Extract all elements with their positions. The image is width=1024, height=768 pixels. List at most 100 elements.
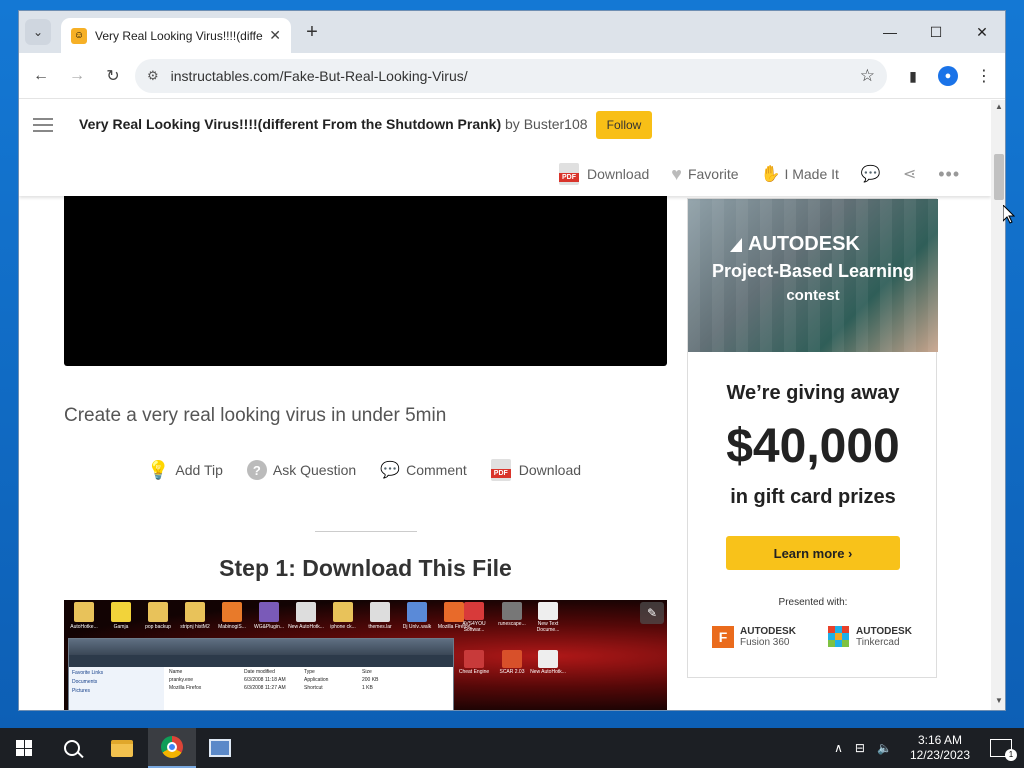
- scroll-down-icon[interactable]: ▼: [991, 696, 1005, 710]
- screenshot-icon-label: AutoHotke...: [70, 624, 98, 630]
- maximize-icon: ☐: [929, 23, 943, 40]
- ask-question-label: Ask Question: [272, 462, 357, 478]
- file-icon: [502, 650, 522, 668]
- explorer-sidebar-item: Favorite Links: [72, 670, 104, 676]
- clock-time: 3:16 AM: [917, 733, 962, 747]
- file-icon: [464, 650, 484, 668]
- screenshot-icon-label: stripnj histM2: [180, 624, 210, 630]
- clock[interactable]: 3:16 AM 12/23/2023: [910, 733, 970, 763]
- file-icon: [538, 650, 558, 668]
- sidebar-ad[interactable]: AUTODESK Project-Based Learning contest …: [687, 198, 938, 678]
- screenshot-desktop-icon: pop backup: [140, 602, 176, 634]
- more-button[interactable]: •••: [938, 164, 960, 185]
- screenshot-icon-label: iphone ck...: [330, 624, 356, 630]
- file-icon: [111, 602, 131, 622]
- system-tray: ∧ ⊟ 🔈 3:16 AM 12/23/2023 1: [828, 728, 1024, 768]
- maximize-button[interactable]: ☐: [913, 11, 959, 53]
- follow-button[interactable]: Follow: [596, 111, 652, 139]
- close-window-button[interactable]: ✕: [959, 11, 1005, 53]
- minimize-button[interactable]: —: [867, 11, 913, 53]
- url-text: instructables.com/Fake-But-Real-Looking-…: [170, 68, 468, 84]
- explorer-titlebar: [69, 639, 453, 655]
- new-tab-button[interactable]: +: [301, 21, 323, 44]
- tab-close-icon[interactable]: ✕: [269, 27, 281, 44]
- tinkercad-logo: AUTODESK Tinkercad: [828, 626, 912, 648]
- tab-search-button[interactable]: ⌄: [25, 19, 51, 45]
- scrollbar-thumb[interactable]: [994, 154, 1004, 200]
- screenshot-icon-label: themes.lar: [368, 624, 392, 630]
- favorite-button[interactable]: ♥ Favorite: [671, 164, 738, 185]
- window-controls: — ☐ ✕: [867, 11, 1005, 53]
- menu-button[interactable]: ⋮: [972, 64, 996, 88]
- side-panel-button[interactable]: ▮: [901, 64, 925, 88]
- tab-active[interactable]: ☺ Very Real Looking Virus!!!!(diffe ✕: [61, 18, 291, 53]
- file-icon: [185, 602, 205, 622]
- page-scrollbar[interactable]: ▲ ▼: [991, 100, 1005, 710]
- chevron-up-icon[interactable]: ∧: [834, 741, 843, 755]
- mouse-cursor-icon: [1002, 203, 1016, 229]
- page-viewport: Very Real Looking Virus!!!!(different Fr…: [19, 100, 991, 710]
- comment-button[interactable]: 💬 Comment: [380, 460, 467, 480]
- share-button[interactable]: ⋖: [903, 164, 916, 184]
- fusion-icon: F: [712, 626, 734, 648]
- profile-button[interactable]: ●: [936, 64, 960, 88]
- tab-title: Very Real Looking Virus!!!!(diffe: [95, 28, 263, 43]
- video-player[interactable]: [64, 196, 667, 366]
- explorer-cell: Mozilla Firefox: [169, 685, 202, 691]
- taskbar-search-button[interactable]: [48, 728, 96, 768]
- learn-more-button[interactable]: Learn more ›: [726, 536, 900, 570]
- volume-icon[interactable]: 🔈: [877, 741, 892, 755]
- screenshot-icon-label: Gamja: [113, 624, 129, 630]
- explorer-file-row: pranky.exe 6/3/2008 11:18 AM Application 20…: [169, 677, 451, 685]
- explorer-window: Favorite Links Documents Pictures Name Date…: [68, 638, 454, 710]
- screenshot-icon-label: MabinogiS...: [218, 624, 246, 630]
- scroll-up-icon[interactable]: ▲: [991, 102, 1005, 116]
- computer-icon: [209, 739, 231, 757]
- hamburger-menu-icon[interactable]: [33, 118, 53, 132]
- download-pdf-button[interactable]: Download: [559, 163, 649, 185]
- hand-icon: ✋: [760, 166, 781, 183]
- back-button[interactable]: ←: [29, 64, 53, 88]
- share-icon: ⋖: [902, 166, 917, 183]
- browser-toolbar: ← → ↻ ⚙ instructables.com/Fake-But-Real-…: [19, 53, 1005, 99]
- ad-giving-text: We’re giving away: [726, 382, 900, 404]
- add-tip-button[interactable]: 💡 Add Tip: [147, 460, 223, 481]
- heart-icon: ♥: [671, 163, 682, 184]
- forward-button[interactable]: →: [65, 64, 89, 88]
- screenshot-desktop-icon: AutoHotke...: [66, 602, 102, 634]
- ad-headline: Project-Based Learning: [711, 261, 915, 281]
- notification-button[interactable]: 1: [990, 739, 1017, 761]
- network-icon[interactable]: ⊟: [855, 741, 865, 755]
- screenshot-icon-label: New Text Docume...: [536, 621, 560, 633]
- site-info-icon[interactable]: ⚙: [147, 68, 159, 84]
- address-bar[interactable]: ⚙ instructables.com/Fake-But-Real-Lookin…: [135, 59, 887, 93]
- explorer-cell: Shortcut: [304, 685, 323, 691]
- app-taskbar-button[interactable]: [196, 728, 244, 768]
- chrome-icon: [161, 736, 183, 758]
- ad-brand-text: AUTODESK: [748, 233, 860, 255]
- screenshot-icon-label: Dj Unlv..walk: [402, 624, 432, 630]
- clock-date: 12/23/2023: [909, 748, 970, 762]
- search-icon: [64, 740, 80, 756]
- author-link[interactable]: Buster108: [524, 116, 588, 132]
- comments-button[interactable]: 💬: [861, 164, 881, 184]
- reload-button[interactable]: ↻: [101, 64, 125, 88]
- file-icon: [222, 602, 242, 622]
- screenshot-desktop-icon: New AutoHotk...: [530, 650, 566, 675]
- edit-pencil-icon[interactable]: ✎: [640, 602, 664, 624]
- reload-icon: ↻: [106, 68, 120, 85]
- step-image[interactable]: AutoHotke... Gamja pop backup stripnj histM…: [64, 600, 667, 710]
- add-tip-label: Add Tip: [175, 462, 223, 478]
- more-dots-icon: •••: [938, 163, 961, 184]
- bookmark-star-icon[interactable]: ☆: [860, 66, 875, 86]
- i-made-it-button[interactable]: ✋ I Made It: [761, 164, 839, 184]
- screenshot-desktop-icon: SCAR 2.03: [494, 650, 530, 675]
- file-explorer-button[interactable]: [98, 728, 146, 768]
- explorer-sidebar-item: Documents: [72, 679, 98, 685]
- chrome-taskbar-button[interactable]: [148, 728, 196, 768]
- browser-window: ⌄ ☺ Very Real Looking Virus!!!!(diffe ✕ …: [18, 10, 1006, 711]
- screenshot-desktop-icon: Dj Unlv..walk: [399, 602, 435, 634]
- ask-question-button[interactable]: ? Ask Question: [246, 460, 357, 480]
- step-download-button[interactable]: Download: [490, 459, 581, 481]
- start-button[interactable]: [0, 728, 48, 768]
